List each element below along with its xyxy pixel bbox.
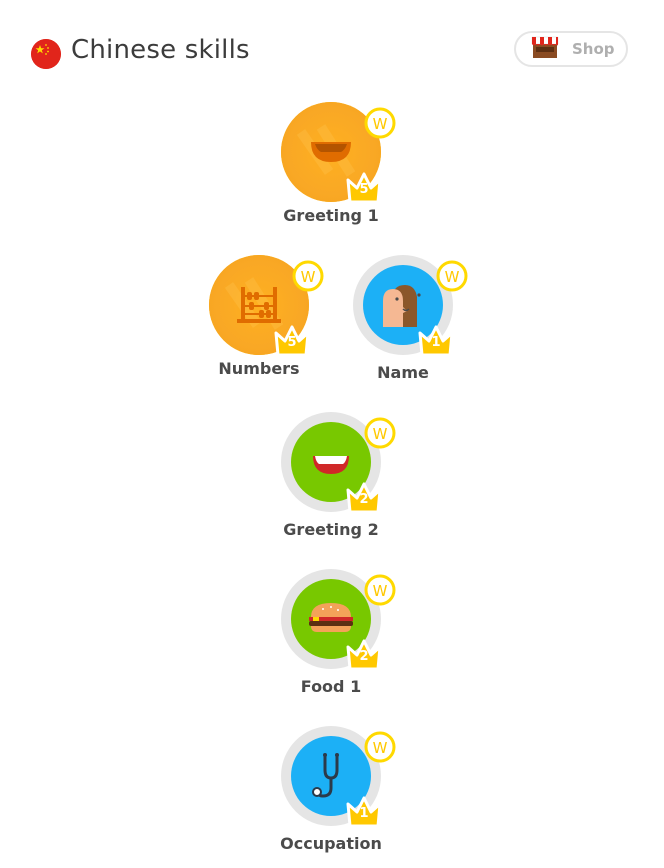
skill-greeting-2[interactable]: W 2 Greeting 2	[261, 412, 401, 552]
skill-label: Greeting 1	[283, 206, 379, 225]
crown-level: 2	[359, 649, 369, 664]
svg-text:W: W	[373, 115, 388, 133]
shop-button[interactable]: Shop	[514, 31, 628, 67]
crown-level: 2	[359, 492, 369, 507]
skill-label: Numbers	[218, 359, 300, 378]
crown-level: 1	[359, 806, 369, 821]
word-review-badge-icon: W	[364, 574, 396, 606]
skill-food-1[interactable]: W 2 Food 1	[261, 569, 401, 709]
word-review-badge-icon: W	[364, 107, 396, 139]
svg-text:W: W	[301, 268, 316, 286]
word-review-badge-icon: W	[364, 417, 396, 449]
word-review-badge-icon: W	[292, 260, 324, 292]
shop-label: Shop	[572, 40, 615, 58]
crown-level: 5	[359, 182, 369, 197]
china-flag-icon	[31, 39, 61, 69]
crown-level: 1	[431, 335, 441, 350]
skill-greeting-1[interactable]: W 5 Greeting 1	[261, 102, 401, 242]
skill-numbers[interactable]: W 5 Numbers	[189, 255, 329, 395]
skill-name[interactable]: W 1 Name	[333, 255, 473, 395]
crown-level: 5	[287, 335, 297, 350]
shop-icon	[530, 34, 560, 64]
svg-text:W: W	[445, 268, 460, 286]
page-title: Chinese skills	[71, 35, 250, 65]
skill-label: Food 1	[300, 677, 362, 696]
skill-label: Greeting 2	[283, 520, 379, 539]
svg-text:W: W	[373, 739, 388, 757]
svg-text:W: W	[373, 425, 388, 443]
word-review-badge-icon: W	[364, 731, 396, 763]
skill-label: Name	[377, 363, 429, 382]
skill-label: Occupation	[280, 834, 382, 853]
skill-occupation[interactable]: W 1 Occupation	[261, 726, 401, 866]
skill-tree-page: Chinese skills Shop W 5 Greeting 1 W 5 N…	[0, 0, 664, 868]
word-review-badge-icon: W	[436, 260, 468, 292]
svg-text:W: W	[373, 582, 388, 600]
